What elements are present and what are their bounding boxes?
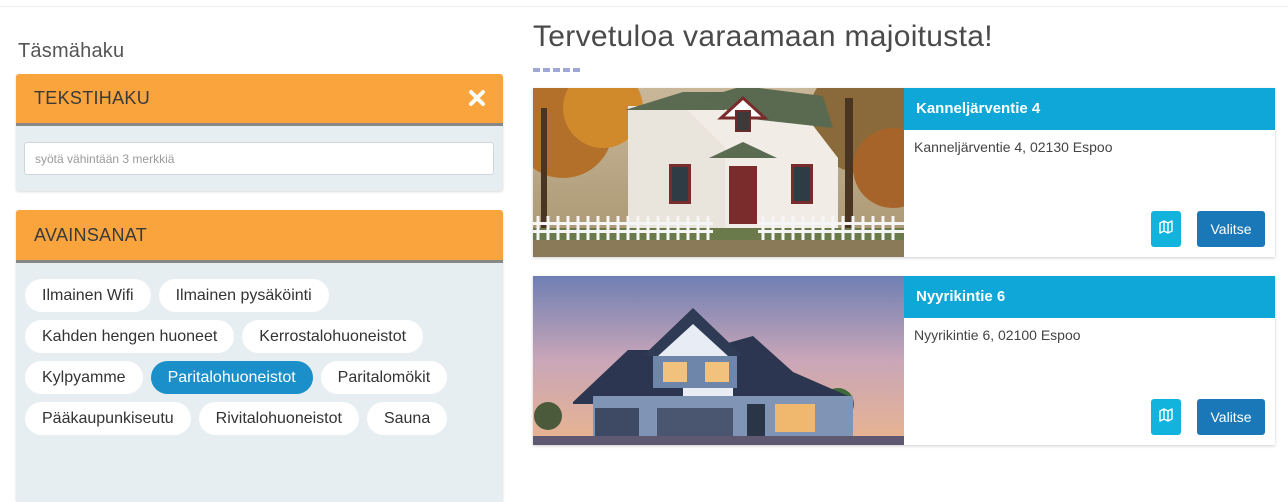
map-button[interactable] [1151,211,1181,247]
listing-info: Kanneljärventie 4 Kanneljärventie 4, 021… [904,88,1275,257]
listing-title[interactable]: Nyyrikintie 6 [904,276,1275,318]
text-search-body [16,126,503,175]
keyword-tag[interactable]: Kerrostalohuoneistot [242,320,424,353]
listing-photo[interactable] [533,88,904,257]
keywords-panel: AVAINSANAT Ilmainen Wifi Ilmainen pysäkö… [16,210,503,502]
keyword-tag[interactable]: Ilmainen pysäköinti [158,279,329,312]
listing-card: Kanneljärventie 4 Kanneljärventie 4, 021… [533,88,1275,257]
listing-title[interactable]: Kanneljärventie 4 [904,88,1275,130]
select-button[interactable]: Valitse [1197,399,1265,435]
map-icon [1159,219,1173,239]
text-search-header: TEKSTIHAKU [16,74,503,126]
keyword-tag[interactable]: Rivitalohuoneistot [198,402,359,435]
keyword-tag-active[interactable]: Paritalohuoneistot [150,361,313,394]
keywords-header: AVAINSANAT [16,210,503,263]
listing-photo[interactable] [533,276,904,445]
page-title: Tervetuloa varaamaan majoitusta! [533,20,993,53]
keyword-tag[interactable]: Ilmainen Wifi [25,279,151,312]
keyword-tag[interactable]: Kylpyamme [25,361,143,394]
listing-card: Nyyrikintie 6 Nyyrikintie 6, 02100 Espoo… [533,276,1275,445]
listing-address: Nyyrikintie 6, 02100 Espoo [914,327,1081,343]
keywords-title: AVAINSANAT [34,224,148,245]
select-button[interactable]: Valitse [1197,211,1265,247]
map-button[interactable] [1151,399,1181,435]
keyword-tag[interactable]: Sauna [366,402,448,435]
title-underline-dots [533,68,581,72]
map-icon [1159,407,1173,427]
listing-info: Nyyrikintie 6 Nyyrikintie 6, 02100 Espoo… [904,276,1275,445]
keyword-tag[interactable]: Paritalomökit [320,361,448,394]
search-heading: Täsmähaku [18,40,125,62]
listing-address: Kanneljärventie 4, 02130 Espoo [914,139,1113,155]
search-input[interactable] [24,142,494,175]
keyword-tag[interactable]: Pääkaupunkiseutu [25,402,191,435]
text-search-panel: TEKSTIHAKU [16,74,503,191]
text-search-title: TEKSTIHAKU [34,88,151,108]
close-icon[interactable] [467,88,487,108]
keyword-tags: Ilmainen Wifi Ilmainen pysäköinti Kahden… [16,263,496,443]
top-divider [0,6,1288,7]
keyword-tag[interactable]: Kahden hengen huoneet [25,320,235,353]
